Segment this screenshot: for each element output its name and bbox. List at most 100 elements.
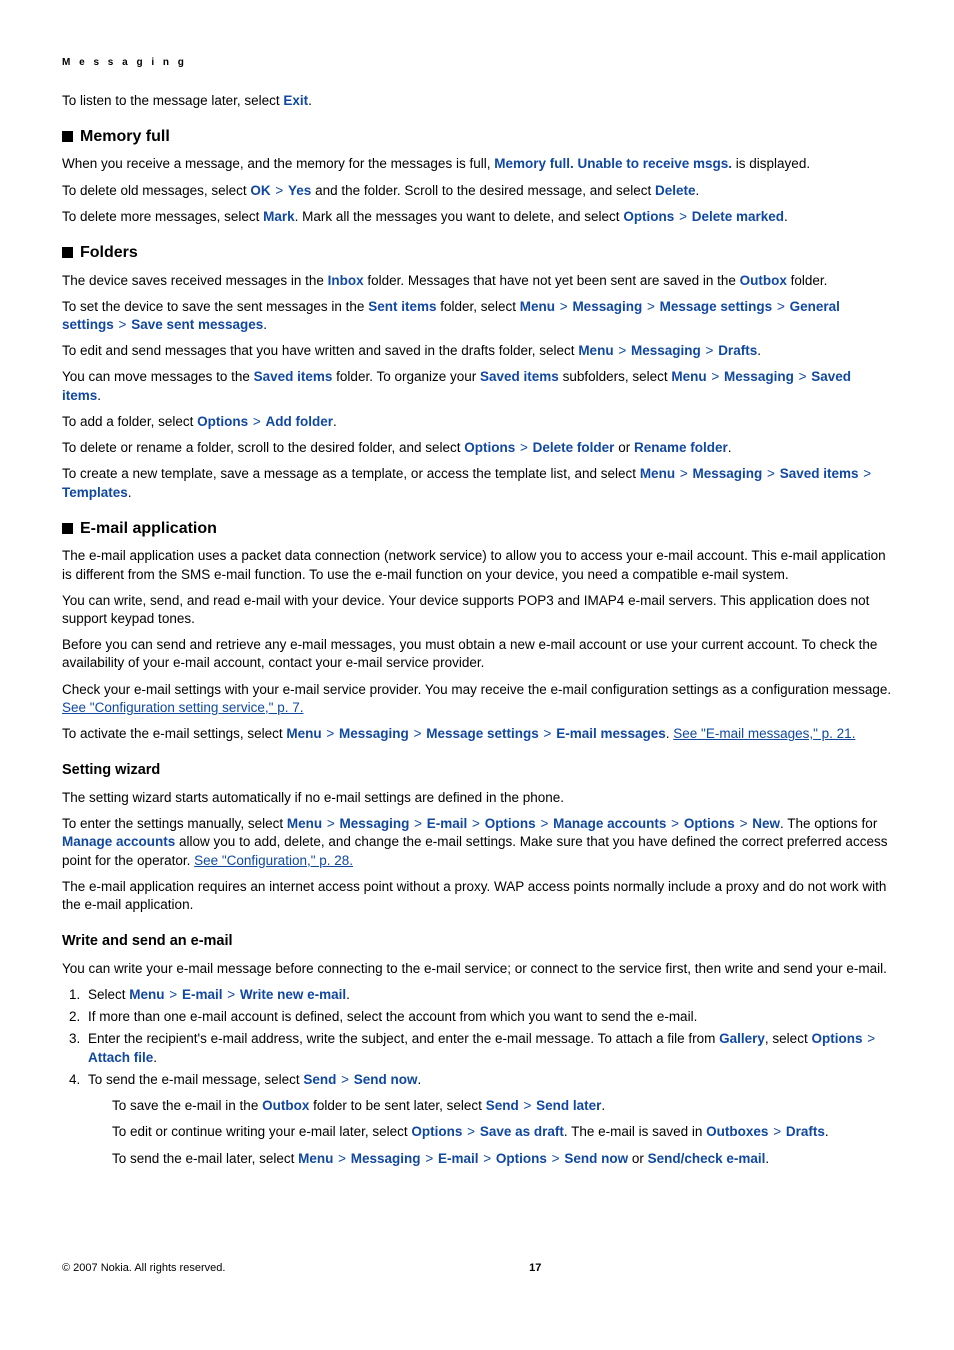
square-bullet-icon xyxy=(62,131,73,142)
sub-paragraph: To send the e-mail later, select Menu > … xyxy=(112,1150,892,1168)
paragraph: To delete more messages, select Mark. Ma… xyxy=(62,208,892,226)
term-delete-marked: Delete marked xyxy=(692,209,784,224)
text: To edit or continue writing your e-mail … xyxy=(112,1124,411,1139)
paragraph: To create a new template, save a message… xyxy=(62,465,892,501)
text: Check your e-mail settings with your e-m… xyxy=(62,682,891,697)
text: . xyxy=(601,1098,605,1113)
separator-icon: > xyxy=(168,987,178,1002)
square-bullet-icon xyxy=(62,523,73,534)
square-bullet-icon xyxy=(62,247,73,258)
link-email-messages[interactable]: See "E-mail messages," p. 21. xyxy=(673,726,855,741)
term-email: E-mail xyxy=(427,816,468,831)
term-menu: Menu xyxy=(671,369,706,384)
term-ok: OK xyxy=(250,183,270,198)
term-attach-file: Attach file xyxy=(88,1050,153,1065)
term-rename-folder: Rename folder xyxy=(634,440,728,455)
text: To create a new template, save a message… xyxy=(62,466,640,481)
link-configuration[interactable]: See "Configuration," p. 28. xyxy=(194,853,353,868)
sub-heading-write-send: Write and send an e-mail xyxy=(62,932,892,952)
separator-icon: > xyxy=(325,726,335,741)
link-config-service[interactable]: See "Configuration setting service," p. … xyxy=(62,700,303,715)
paragraph: The device saves received messages in th… xyxy=(62,272,892,290)
text: and the folder. Scroll to the desired me… xyxy=(311,183,655,198)
term-saved-items: Saved items xyxy=(254,369,333,384)
term-options: Options xyxy=(411,1124,462,1139)
separator-icon: > xyxy=(772,1124,782,1139)
paragraph: To enter the settings manually, select M… xyxy=(62,815,892,870)
term-email-messages: E-mail messages xyxy=(556,726,666,741)
text: To enter the settings manually, select xyxy=(62,816,287,831)
text: . xyxy=(825,1124,829,1139)
term-drafts: Drafts xyxy=(718,343,757,358)
heading-text: E-mail application xyxy=(80,518,217,540)
term-save-sent: Save sent messages xyxy=(131,317,263,332)
intro-paragraph: To listen to the message later, select E… xyxy=(62,92,892,110)
copyright: © 2007 Nokia. All rights reserved. xyxy=(62,1261,225,1276)
separator-icon: > xyxy=(424,1151,434,1166)
separator-icon: > xyxy=(543,726,553,741)
term-messaging: Messaging xyxy=(724,369,794,384)
term-outbox: Outbox xyxy=(740,273,787,288)
text: . xyxy=(153,1050,157,1065)
separator-icon: > xyxy=(646,299,656,314)
paragraph: You can write, send, and read e-mail wit… xyxy=(62,592,892,628)
text: To activate the e-mail settings, select xyxy=(62,726,286,741)
text: To send the e-mail later, select xyxy=(112,1151,298,1166)
text: . xyxy=(263,317,267,332)
paragraph: The setting wizard starts automatically … xyxy=(62,789,892,807)
text: To save the e-mail in the xyxy=(112,1098,262,1113)
text: . xyxy=(308,93,312,108)
page-number: 17 xyxy=(529,1262,541,1274)
term-outbox: Outbox xyxy=(262,1098,309,1113)
separator-icon: > xyxy=(118,317,128,332)
paragraph: When you receive a message, and the memo… xyxy=(62,155,892,173)
term-write-new: Write new e-mail xyxy=(240,987,346,1002)
term-menu: Menu xyxy=(298,1151,333,1166)
separator-icon: > xyxy=(326,816,336,831)
term-options: Options xyxy=(811,1031,862,1046)
text: To listen to the message later, select xyxy=(62,93,283,108)
term-saved-items: Saved items xyxy=(780,466,859,481)
list-item: If more than one e-mail account is defin… xyxy=(84,1008,892,1026)
term-menu: Menu xyxy=(286,726,321,741)
list-item: Enter the recipient's e-mail address, wr… xyxy=(84,1030,892,1066)
term-add-folder: Add folder xyxy=(266,414,334,429)
text: To add a folder, select xyxy=(62,414,197,429)
term-menu: Menu xyxy=(287,816,322,831)
paragraph: To add a folder, select Options > Add fo… xyxy=(62,413,892,431)
paragraph: To set the device to save the sent messa… xyxy=(62,298,892,334)
term-send-now: Send now xyxy=(354,1072,418,1087)
sub-paragraph: To edit or continue writing your e-mail … xyxy=(112,1123,892,1141)
separator-icon: > xyxy=(705,343,715,358)
separator-icon: > xyxy=(679,466,689,481)
header-section: M e s s a g i n g xyxy=(62,56,892,70)
separator-icon: > xyxy=(776,299,786,314)
text: To set the device to save the sent messa… xyxy=(62,299,368,314)
separator-icon: > xyxy=(766,466,776,481)
text: To delete or rename a folder, scroll to … xyxy=(62,440,464,455)
text: or xyxy=(628,1151,648,1166)
separator-icon: > xyxy=(710,369,720,384)
text: . Mark all the messages you want to dele… xyxy=(295,209,624,224)
term-menu: Menu xyxy=(520,299,555,314)
separator-icon: > xyxy=(798,369,808,384)
term-messaging: Messaging xyxy=(351,1151,421,1166)
paragraph: To delete old messages, select OK > Yes … xyxy=(62,182,892,200)
separator-icon: > xyxy=(337,1151,347,1166)
separator-icon: > xyxy=(519,440,529,455)
text: . xyxy=(696,183,700,198)
term-message-settings: Message settings xyxy=(426,726,539,741)
term-options: Options xyxy=(684,816,735,831)
term-yes: Yes xyxy=(288,183,311,198)
text: . xyxy=(128,485,132,500)
separator-icon: > xyxy=(678,209,688,224)
paragraph: To delete or rename a folder, scroll to … xyxy=(62,439,892,457)
term-delete: Delete xyxy=(655,183,696,198)
separator-icon: > xyxy=(274,183,284,198)
sub-heading-setting-wizard: Setting wizard xyxy=(62,761,892,781)
term-manage-accounts: Manage accounts xyxy=(62,834,175,849)
term-menu: Menu xyxy=(578,343,613,358)
heading-text: Folders xyxy=(80,242,138,264)
term-email: E-mail xyxy=(182,987,223,1002)
sub-paragraph: To save the e-mail in the Outbox folder … xyxy=(112,1097,892,1115)
